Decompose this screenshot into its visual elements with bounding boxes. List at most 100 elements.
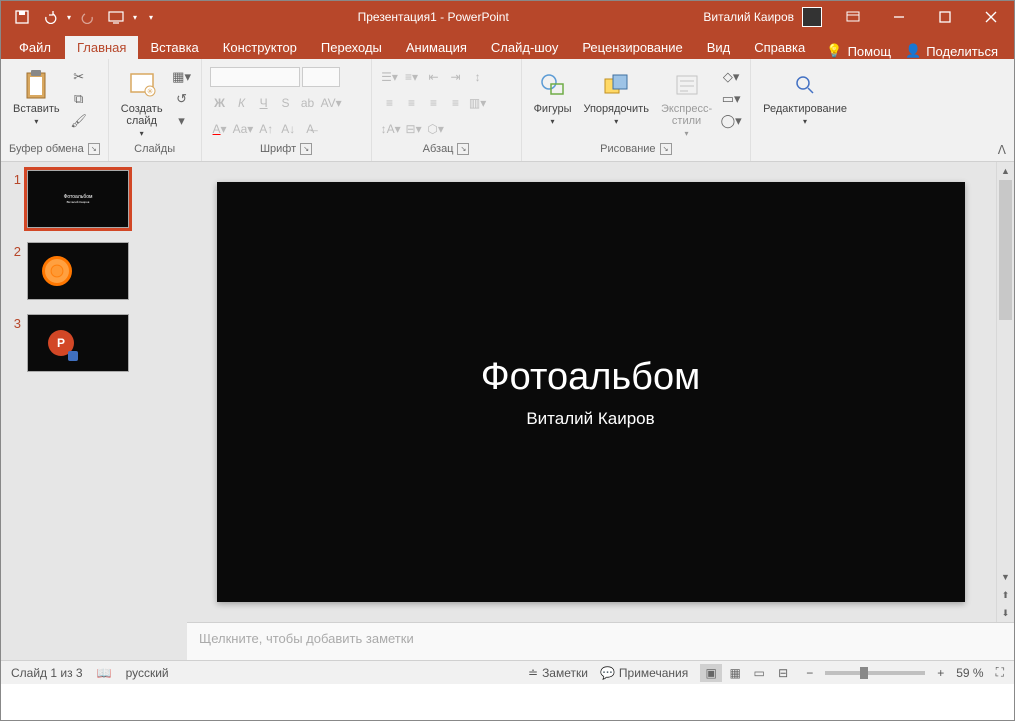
reset-icon[interactable]: ↺ xyxy=(171,89,193,109)
close-icon[interactable] xyxy=(968,1,1014,33)
shape-effects-icon[interactable]: ◯▾ xyxy=(720,111,742,131)
spell-check-icon[interactable]: 📖 xyxy=(97,666,112,680)
redo-icon[interactable] xyxy=(77,6,99,28)
decrease-indent-button[interactable]: ⇤ xyxy=(424,67,444,87)
scroll-thumb[interactable] xyxy=(999,180,1012,320)
align-right-button[interactable]: ≡ xyxy=(424,93,444,113)
justify-button[interactable]: ≡ xyxy=(446,93,466,113)
line-spacing-button[interactable]: ↕ xyxy=(468,67,488,87)
tab-home[interactable]: Главная xyxy=(65,36,138,59)
language-indicator[interactable]: русский xyxy=(126,666,169,680)
tab-design[interactable]: Конструктор xyxy=(211,36,309,59)
next-slide-icon[interactable]: ⬇ xyxy=(997,604,1014,622)
shadow-button[interactable]: ab xyxy=(298,93,318,113)
clear-formatting-button[interactable]: A̶ xyxy=(300,119,320,139)
slideshow-view-icon[interactable]: ⊟ xyxy=(772,664,794,682)
columns-button[interactable]: ▥▾ xyxy=(468,93,488,113)
tab-transitions[interactable]: Переходы xyxy=(309,36,394,59)
shape-fill-icon[interactable]: ◇▾ xyxy=(720,67,742,87)
format-painter-icon[interactable]: 🖌 xyxy=(68,111,90,131)
bold-button[interactable]: Ж xyxy=(210,93,230,113)
font-color-button[interactable]: A▾ xyxy=(210,119,230,139)
italic-button[interactable]: К xyxy=(232,93,252,113)
slide-thumbnail-3[interactable]: P xyxy=(27,314,129,372)
zoom-slider[interactable] xyxy=(825,671,925,675)
ribbon-display-icon[interactable] xyxy=(830,1,876,33)
slide-canvas[interactable]: Фотоальбом Виталий Каиров xyxy=(187,162,1014,622)
increase-indent-button[interactable]: ⇥ xyxy=(446,67,466,87)
zoom-in-icon[interactable]: + xyxy=(937,666,944,680)
zoom-level[interactable]: 59 % xyxy=(956,666,983,680)
comments-toggle[interactable]: 💬Примечания xyxy=(600,666,688,680)
align-text-button[interactable]: ⊟▾ xyxy=(404,119,424,139)
align-left-button[interactable]: ≡ xyxy=(380,93,400,113)
quick-styles-button[interactable]: Экспресс- стили▾ xyxy=(657,67,716,140)
slide-thumbnail-2[interactable] xyxy=(27,242,129,300)
notes-toggle[interactable]: ≐Заметки xyxy=(528,666,588,680)
share-button[interactable]: 👤Поделиться xyxy=(905,43,998,59)
scroll-up-icon[interactable]: ▲ xyxy=(997,162,1014,180)
shapes-button[interactable]: Фигуры▾ xyxy=(530,67,576,128)
current-slide[interactable]: Фотоальбом Виталий Каиров xyxy=(217,182,965,602)
user-name[interactable]: Виталий Каиров xyxy=(703,10,794,24)
notes-pane[interactable]: Щелкните, чтобы добавить заметки xyxy=(187,622,1014,660)
paste-button[interactable]: Вставить▾ xyxy=(9,67,64,128)
cut-icon[interactable]: ✂ xyxy=(68,67,90,87)
shape-outline-icon[interactable]: ▭▾ xyxy=(720,89,742,109)
normal-view-icon[interactable]: ▣ xyxy=(700,664,722,682)
maximize-icon[interactable] xyxy=(922,1,968,33)
collapse-ribbon-icon[interactable]: ᐱ xyxy=(998,143,1006,157)
undo-icon[interactable] xyxy=(39,6,61,28)
bullets-button[interactable]: ☰▾ xyxy=(380,67,400,87)
slide-title[interactable]: Фотоальбом xyxy=(481,356,700,399)
layout-icon[interactable]: ▦▾ xyxy=(171,67,193,87)
tab-animations[interactable]: Анимация xyxy=(394,36,479,59)
tab-slideshow[interactable]: Слайд-шоу xyxy=(479,36,570,59)
drawing-dialog-launcher-icon[interactable]: ↘ xyxy=(660,143,672,155)
slide-thumbnail-1[interactable]: ФотоальбомВиталий Каиров xyxy=(27,170,129,228)
font-size-field[interactable] xyxy=(302,67,340,87)
minimize-icon[interactable] xyxy=(876,1,922,33)
qat-customize-icon[interactable]: ▾ xyxy=(149,13,153,22)
align-center-button[interactable]: ≡ xyxy=(402,93,422,113)
char-spacing-button[interactable]: AV▾ xyxy=(320,93,343,113)
scroll-down-icon[interactable]: ▼ xyxy=(997,568,1014,586)
slide-subtitle[interactable]: Виталий Каиров xyxy=(526,409,654,429)
change-case-button[interactable]: Aa▾ xyxy=(232,119,255,139)
slideshow-from-start-icon[interactable] xyxy=(105,6,127,28)
new-slide-button[interactable]: ✳ Создать слайд▾ xyxy=(117,67,167,140)
font-dialog-launcher-icon[interactable]: ↘ xyxy=(300,143,312,155)
editing-button[interactable]: Редактирование▾ xyxy=(759,67,851,128)
slide-counter[interactable]: Слайд 1 из 3 xyxy=(11,666,83,680)
smartart-button[interactable]: ⬡▾ xyxy=(426,119,446,139)
fit-to-window-icon[interactable]: ⛶ xyxy=(996,665,1004,680)
reading-view-icon[interactable]: ▭ xyxy=(748,664,770,682)
clipboard-dialog-launcher-icon[interactable]: ↘ xyxy=(88,143,100,155)
sorter-view-icon[interactable]: ▦ xyxy=(724,664,746,682)
strikethrough-button[interactable]: S xyxy=(276,93,296,113)
underline-button[interactable]: Ч xyxy=(254,93,274,113)
zoom-handle[interactable] xyxy=(860,667,868,679)
user-avatar-icon[interactable] xyxy=(802,7,822,27)
ribbon-group-drawing: Фигуры▾ Упорядочить▾ Экспресс- стили▾ ◇▾… xyxy=(522,59,752,161)
thumbnail-panel[interactable]: 1 ФотоальбомВиталий Каиров 2 3 P xyxy=(1,162,187,660)
prev-slide-icon[interactable]: ⬆ xyxy=(997,586,1014,604)
zoom-out-icon[interactable]: − xyxy=(806,666,813,680)
text-direction-button[interactable]: ↕A▾ xyxy=(380,119,402,139)
grow-font-button[interactable]: A↑ xyxy=(256,119,276,139)
copy-icon[interactable]: ⧉ xyxy=(68,89,90,109)
tab-insert[interactable]: Вставка xyxy=(138,36,210,59)
arrange-button[interactable]: Упорядочить▾ xyxy=(579,67,652,128)
vertical-scrollbar[interactable]: ▲ ▼ ⬆ ⬇ xyxy=(996,162,1014,622)
paragraph-dialog-launcher-icon[interactable]: ↘ xyxy=(457,143,469,155)
numbering-button[interactable]: ≡▾ xyxy=(402,67,422,87)
tell-me-button[interactable]: 💡Помощ xyxy=(826,43,891,59)
tab-view[interactable]: Вид xyxy=(695,36,743,59)
tab-review[interactable]: Рецензирование xyxy=(570,36,694,59)
save-icon[interactable] xyxy=(11,6,33,28)
font-family-field[interactable] xyxy=(210,67,300,87)
tab-help[interactable]: Справка xyxy=(742,36,817,59)
tab-file[interactable]: Файл xyxy=(5,36,65,59)
section-icon[interactable]: ▾ xyxy=(171,111,193,131)
shrink-font-button[interactable]: A↓ xyxy=(278,119,298,139)
